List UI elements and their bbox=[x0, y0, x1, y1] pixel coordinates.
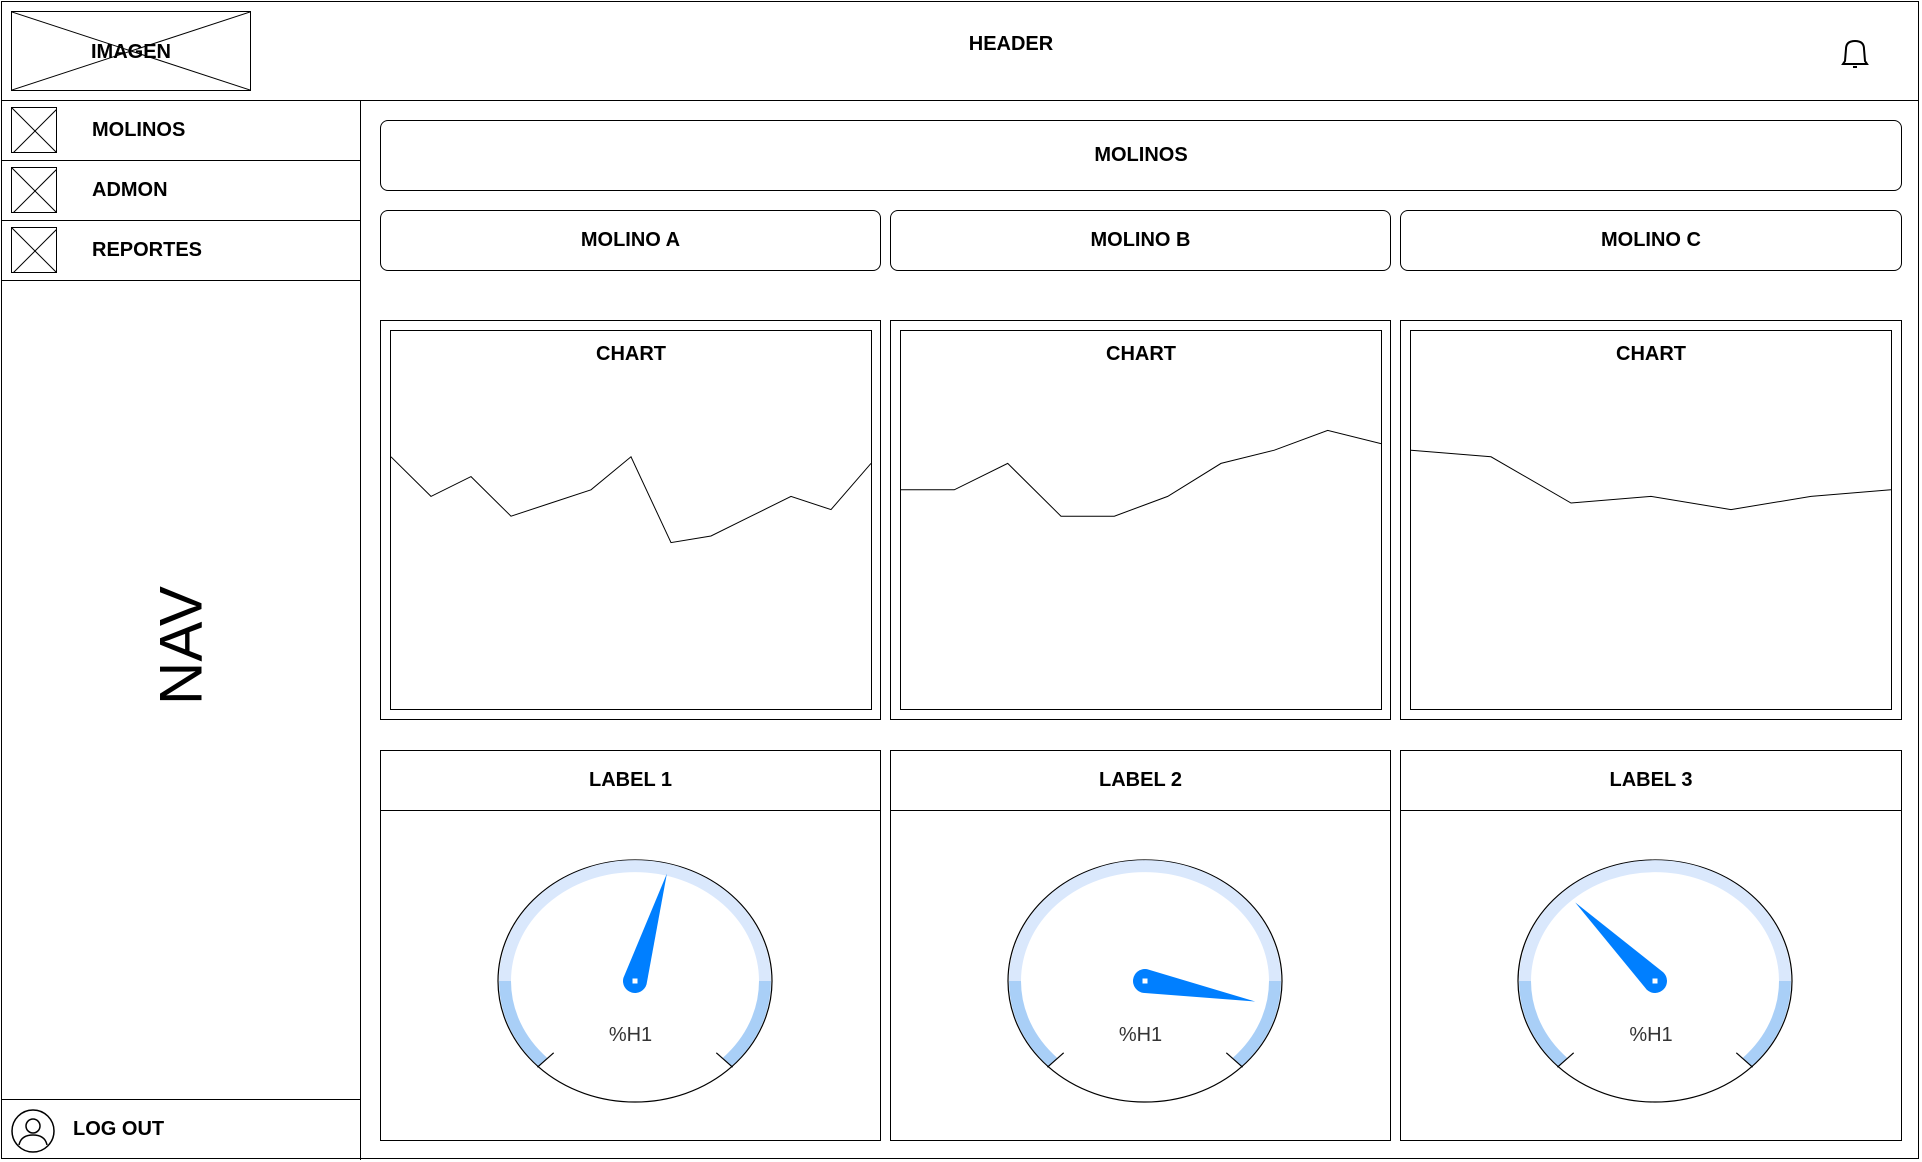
logout-label: LOG OUT bbox=[73, 1118, 165, 1140]
sidebar-item-reportes[interactable]: REPORTES bbox=[1, 221, 361, 281]
sidebar-item-label: MOLINOS bbox=[92, 119, 186, 141]
image-placeholder-icon bbox=[11, 167, 57, 213]
section-button-molinos[interactable]: MOLINOS bbox=[380, 120, 1902, 191]
gauge bbox=[1007, 859, 1283, 1103]
sidebar-item-label: REPORTES bbox=[92, 239, 203, 261]
mill-button-a[interactable]: MOLINO A bbox=[380, 210, 881, 271]
mill-button-b[interactable]: MOLINO B bbox=[890, 210, 1391, 271]
gauge-unit: %H1 bbox=[1118, 1024, 1163, 1046]
gauge-panel-3: LABEL 3 %H1 bbox=[1400, 750, 1902, 1141]
bell-icon[interactable] bbox=[1839, 37, 1871, 69]
gauge-hub bbox=[632, 978, 638, 984]
sidebar-item-molinos[interactable]: MOLINOS bbox=[1, 101, 361, 161]
gauge-label: LABEL 3 bbox=[1401, 751, 1901, 811]
chart-series-line bbox=[391, 456, 871, 544]
logout-button[interactable]: LOG OUT bbox=[1, 1099, 361, 1159]
chart-series-line bbox=[1411, 449, 1891, 511]
chart: CHART bbox=[900, 330, 1382, 710]
chart: CHART bbox=[390, 330, 872, 710]
gauge-hub bbox=[1652, 978, 1658, 984]
chart: CHART bbox=[1410, 330, 1892, 710]
gauge-unit: %H1 bbox=[1629, 1024, 1673, 1046]
gauge-unit: %H1 bbox=[608, 1024, 653, 1046]
line-chart bbox=[391, 456, 871, 544]
line-chart bbox=[901, 429, 1381, 517]
line-chart bbox=[1411, 449, 1891, 511]
logo-label: IMAGEN bbox=[91, 41, 171, 63]
sidebar-item-label: ADMON bbox=[92, 179, 168, 201]
gauge-panel-2: LABEL 2 %H1 bbox=[890, 750, 1391, 1141]
header-title: HEADER bbox=[968, 33, 1054, 55]
logo-placeholder: IMAGEN bbox=[11, 11, 251, 91]
chart-panel-b: CHART bbox=[890, 320, 1391, 720]
sidebar-nav: MOLINOS ADMON REPORTES NAV LOG OUT bbox=[1, 101, 361, 1160]
chart-panel-a: CHART bbox=[380, 320, 881, 720]
chart-series-line bbox=[901, 429, 1381, 517]
image-placeholder-icon bbox=[11, 107, 57, 153]
user-icon bbox=[11, 1109, 55, 1153]
sidebar-item-admon[interactable]: ADMON bbox=[1, 161, 361, 221]
app-header: IMAGEN HEADER bbox=[1, 1, 1919, 101]
gauge-panel-1: LABEL 1 %H1 bbox=[380, 750, 881, 1141]
nav-title: NAV bbox=[147, 586, 215, 705]
gauge-label: LABEL 1 bbox=[381, 751, 880, 811]
gauge-hub bbox=[1142, 978, 1148, 984]
gauge bbox=[497, 859, 773, 1103]
mill-button-c[interactable]: MOLINO C bbox=[1400, 210, 1902, 271]
gauge-label: LABEL 2 bbox=[891, 751, 1390, 811]
gauge bbox=[1517, 859, 1793, 1103]
chart-panel-c: CHART bbox=[1400, 320, 1902, 720]
image-placeholder-icon bbox=[11, 227, 57, 273]
